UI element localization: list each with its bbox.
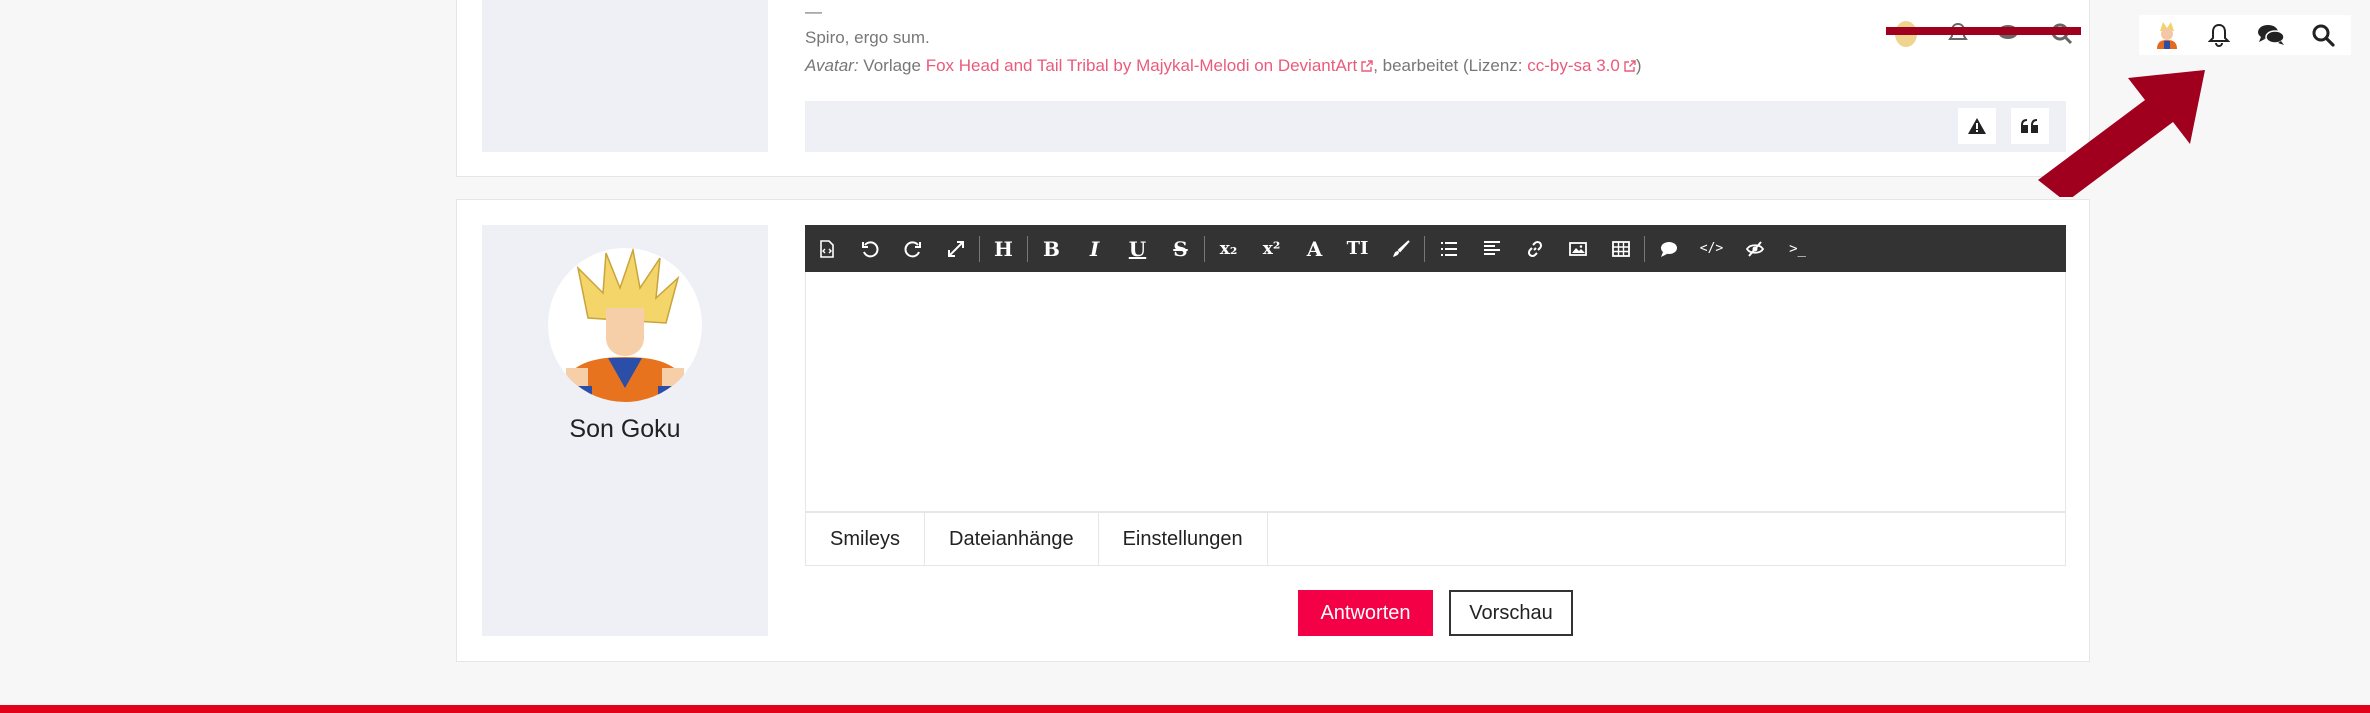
underline-button[interactable]: U [1116,225,1159,272]
toolbar-separator [1644,235,1645,262]
toolbar-separator [1027,235,1028,262]
undo-icon [861,240,878,257]
submit-reply-button[interactable]: Antworten [1298,590,1433,636]
external-link-icon [1624,60,1636,72]
image-button[interactable] [1556,225,1599,272]
link-button[interactable] [1513,225,1556,272]
avatar [548,248,702,402]
license-link[interactable]: cc-by-sa 3.0 [1527,56,1636,75]
heading-button[interactable]: H [982,225,1025,272]
size-label: TI [1346,238,1369,259]
editor-toolbar: H B I U S x₂ x² A TI </> >_ [805,225,2066,272]
font-label: A [1306,236,1323,261]
list-icon [1440,241,1457,256]
strikethrough-button[interactable]: S [1159,225,1202,272]
report-button[interactable] [1958,108,1996,144]
underline-label: U [1128,236,1147,261]
font-family-button[interactable]: A [1293,225,1336,272]
annotation-arrow [2038,70,2205,197]
post-signature: — Spiro, ergo sum. Avatar: Vorlage Fox H… [805,2,1642,80]
terminal-label: >_ [1789,240,1806,257]
bold-button[interactable]: B [1030,225,1073,272]
avatar [2157,22,2177,49]
header-icons [2139,15,2351,55]
color-button[interactable] [1379,225,1422,272]
eye-slash-icon [1745,240,1764,257]
align-left-icon [1483,240,1500,255]
notifications-button[interactable] [2193,15,2245,55]
redo-button[interactable] [891,225,934,272]
toolbar-separator [1204,235,1205,262]
bell-icon [2208,23,2230,48]
strike-label: S [1173,236,1188,261]
redo-icon [904,240,921,257]
fullscreen-button[interactable] [934,225,977,272]
reply-username: Son Goku [569,415,681,443]
heading-label: H [994,236,1013,261]
code-button[interactable]: </> [1690,225,1733,272]
font-size-button[interactable]: TI [1336,225,1379,272]
editor-tabs: Smileys Dateianhänge Einstellungen [805,512,2066,566]
tab-smileys[interactable]: Smileys [806,513,926,565]
bold-label: B [1043,236,1060,261]
comment-icon [1660,241,1677,257]
file-code-icon [819,239,834,258]
avatar-credit-text: Vorlage [863,56,921,75]
terminal-button[interactable]: >_ [1776,225,1819,272]
avatar-credit-text-3: ) [1635,56,1642,75]
code-label: </> [1699,241,1724,256]
link-icon [1527,240,1542,257]
table-button[interactable] [1599,225,1642,272]
source-mode-button[interactable] [805,225,848,272]
avatar-credit-text-2: , bearbeitet (Lizenz: [1373,56,1523,75]
avatar-source-link[interactable]: Fox Head and Tail Tribal by Majykal-Melo… [926,56,1374,75]
table-icon [1611,240,1630,257]
previous-post-sidebar [482,0,768,152]
tab-settings[interactable]: Einstellungen [1099,513,1268,565]
message-editor[interactable] [805,272,2066,512]
superscript-button[interactable]: x² [1250,225,1293,272]
chat-icon [2258,25,2285,45]
search-button[interactable] [2297,15,2349,55]
avatar-credit-label: Avatar: [805,56,859,75]
image-icon [1568,241,1587,256]
warning-icon [1968,118,1986,134]
undo-button[interactable] [848,225,891,272]
spoiler-button[interactable] [1733,225,1776,272]
tab-attachments[interactable]: Dateianhänge [925,513,1099,565]
toolbar-separator [979,235,980,262]
quote-insert-button[interactable] [1647,225,1690,272]
italic-button[interactable]: I [1073,225,1116,272]
align-button[interactable] [1470,225,1513,272]
list-button[interactable] [1427,225,1470,272]
superscript-label: x² [1262,238,1281,259]
subscript-button[interactable]: x₂ [1207,225,1250,272]
toolbar-separator [1424,235,1425,262]
paint-brush-icon [1392,239,1410,257]
footer-accent-line [0,705,2370,713]
post-action-bar [805,101,2066,152]
strike-annotation [1886,27,2081,35]
preview-button[interactable]: Vorschau [1449,590,1573,636]
signature-line: Spiro, ergo sum. [805,28,930,47]
external-link-icon [1361,60,1373,72]
italic-label: I [1089,236,1100,261]
subscript-label: x₂ [1219,238,1238,259]
search-icon [2312,24,2335,47]
avatar-credit: Avatar: Vorlage Fox Head and Tail Tribal… [805,52,1642,80]
messages-button[interactable] [2245,15,2297,55]
signature-dash: — [805,2,822,21]
expand-icon [947,240,964,257]
user-avatar-button[interactable] [2141,15,2193,55]
